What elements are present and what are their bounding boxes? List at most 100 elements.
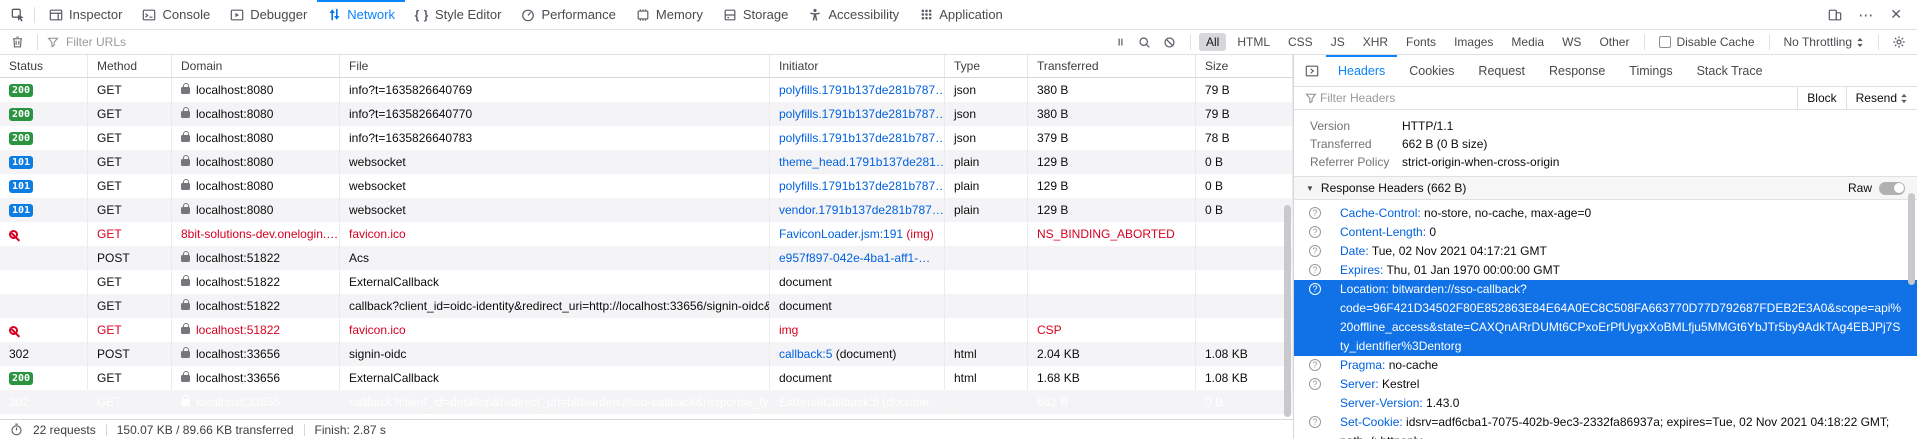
table-row[interactable]: 200GETlocalhost:8080info?t=1635826640770…: [0, 102, 1293, 126]
filter-images[interactable]: Images: [1447, 33, 1500, 51]
help-icon[interactable]: ?: [1309, 359, 1321, 371]
pause-icon[interactable]: [1115, 36, 1126, 48]
details-tab-headers[interactable]: Headers: [1326, 55, 1397, 87]
table-row[interactable]: POSTlocalhost:51822Acse957f897-042e-4ba1…: [0, 246, 1293, 270]
filter-other[interactable]: Other: [1592, 33, 1636, 51]
tab-application[interactable]: Application: [909, 0, 1013, 30]
table-row[interactable]: GET8bit-solutions-dev.onelogin.…favicon.…: [0, 222, 1293, 246]
help-icon[interactable]: ?: [1309, 378, 1321, 390]
initiator-link[interactable]: theme_head.1791b137de281…: [779, 155, 945, 169]
tab-storage[interactable]: Storage: [713, 0, 799, 30]
filter-headers-input[interactable]: [1318, 90, 1797, 106]
raw-toggle[interactable]: [1879, 182, 1905, 195]
initiator-link[interactable]: polyfills.1791b137de281b787…: [779, 179, 945, 193]
throttling-value: No Throttling: [1784, 35, 1852, 49]
response-header-row[interactable]: ?Content-Length: 0: [1294, 223, 1917, 242]
filter-media[interactable]: Media: [1504, 33, 1551, 51]
details-scrollbar[interactable]: [1908, 193, 1915, 285]
table-row[interactable]: 302GETlocalhost:33656callback?client_id=…: [0, 390, 1293, 414]
column-header-file[interactable]: File: [340, 55, 770, 77]
initiator-link[interactable]: callback:5: [779, 347, 832, 361]
table-row[interactable]: 200GETlocalhost:8080info?t=1635826640769…: [0, 78, 1293, 102]
help-icon[interactable]: ?: [1309, 207, 1321, 219]
help-icon[interactable]: ?: [1309, 264, 1321, 276]
close-icon[interactable]: ✕: [1885, 4, 1907, 25]
initiator-link[interactable]: e957f897-042e-4ba1-aff1-…: [779, 251, 930, 265]
initiator-link[interactable]: polyfills.1791b137de281b787…: [779, 131, 945, 145]
request-initiator-cell: theme_head.1791b137de281…: [770, 150, 945, 174]
table-row[interactable]: 302POSTlocalhost:33656signin-oidccallbac…: [0, 342, 1293, 366]
table-scrollbar[interactable]: [1284, 205, 1291, 417]
filter-css[interactable]: CSS: [1281, 33, 1320, 51]
help-icon[interactable]: ?: [1309, 226, 1321, 238]
pick-element-icon[interactable]: [6, 6, 30, 24]
tab-inspector[interactable]: Inspector: [39, 0, 132, 30]
table-row[interactable]: 101GETlocalhost:8080websocketpolyfills.1…: [0, 174, 1293, 198]
details-tab-timings[interactable]: Timings: [1617, 55, 1684, 87]
initiator-link[interactable]: polyfills.1791b137de281b787…: [779, 107, 945, 121]
details-tab-cookies[interactable]: Cookies: [1397, 55, 1466, 87]
help-icon[interactable]: ?: [1309, 283, 1321, 295]
column-header-size[interactable]: Size: [1196, 55, 1293, 77]
column-header-domain[interactable]: Domain: [172, 55, 340, 77]
filter-fonts[interactable]: Fonts: [1399, 33, 1443, 51]
response-header-row[interactable]: ?Pragma: no-cache: [1294, 356, 1917, 375]
filter-xhr[interactable]: XHR: [1356, 33, 1395, 51]
trash-icon[interactable]: [6, 33, 29, 51]
gear-icon[interactable]: [1887, 33, 1911, 51]
initiator-link[interactable]: polyfills.1791b137de281b787…: [779, 83, 945, 97]
column-header-transferred[interactable]: Transferred: [1028, 55, 1196, 77]
throttling-select[interactable]: No Throttling: [1778, 35, 1870, 49]
meatball-menu-icon[interactable]: ⋯: [1853, 4, 1879, 26]
tab-accessibility[interactable]: Accessibility: [798, 0, 909, 30]
column-header-method[interactable]: Method: [88, 55, 172, 77]
filter-all[interactable]: All: [1199, 33, 1226, 51]
search-icon[interactable]: [1138, 36, 1151, 49]
response-header-row[interactable]: ?Cache-Control: no-store, no-cache, max-…: [1294, 204, 1917, 223]
tab-memory[interactable]: Memory: [626, 0, 713, 30]
response-header-row[interactable]: ?Server: Kestrel: [1294, 375, 1917, 394]
table-row[interactable]: GETlocalhost:51822ExternalCallbackdocume…: [0, 270, 1293, 294]
response-header-row[interactable]: ?Location: bitwarden://sso-callback?code…: [1294, 280, 1917, 356]
resend-button[interactable]: Resend: [1846, 87, 1917, 109]
block-button[interactable]: Block: [1797, 87, 1845, 109]
tab-debugger[interactable]: Debugger: [220, 0, 317, 30]
table-row[interactable]: 200GETlocalhost:33656ExternalCallbackdoc…: [0, 366, 1293, 390]
initiator-link[interactable]: ExternalCallback:5: [779, 395, 879, 409]
tab-style-editor[interactable]: { }Style Editor: [405, 0, 511, 30]
block-icon[interactable]: [1163, 36, 1176, 49]
table-row[interactable]: 101GETlocalhost:8080websocketvendor.1791…: [0, 198, 1293, 222]
responsive-design-icon[interactable]: [1823, 6, 1847, 24]
column-header-initiator[interactable]: Initiator: [770, 55, 945, 77]
initiator-link[interactable]: vendor.1791b137de281b787…: [779, 203, 944, 217]
details-tab-request[interactable]: Request: [1466, 55, 1537, 87]
tab-performance[interactable]: Performance: [511, 0, 625, 30]
response-header-row[interactable]: ?Set-Cookie: idsrv=adf6cba1-7075-402b-9e…: [1294, 413, 1917, 439]
details-tab-stack-trace[interactable]: Stack Trace: [1685, 55, 1775, 87]
tab-console[interactable]: Console: [132, 0, 220, 30]
sidebar-toggle-icon[interactable]: [1300, 62, 1324, 80]
filter-urls-input[interactable]: [64, 34, 1105, 50]
request-method-cell: GET: [88, 102, 172, 126]
filter-js[interactable]: JS: [1324, 33, 1352, 51]
help-icon[interactable]: ?: [1309, 245, 1321, 257]
response-header-row[interactable]: Server-Version: 1.43.0: [1294, 394, 1917, 413]
response-header-row[interactable]: ?Date: Tue, 02 Nov 2021 04:17:21 GMT: [1294, 242, 1917, 261]
column-header-status[interactable]: Status: [0, 55, 88, 77]
column-header-type[interactable]: Type: [945, 55, 1028, 77]
disable-cache-checkbox[interactable]: [1659, 36, 1671, 48]
request-method-cell: GET: [88, 126, 172, 150]
response-header-row[interactable]: ?Expires: Thu, 01 Jan 1970 00:00:00 GMT: [1294, 261, 1917, 280]
table-row[interactable]: 200GETlocalhost:8080info?t=1635826640783…: [0, 126, 1293, 150]
help-icon[interactable]: ?: [1309, 416, 1321, 428]
table-row[interactable]: GETlocalhost:51822callback?client_id=oid…: [0, 294, 1293, 318]
collapse-arrow-icon[interactable]: ▼: [1306, 184, 1314, 193]
table-row[interactable]: 101GETlocalhost:8080websockettheme_head.…: [0, 150, 1293, 174]
tab-network[interactable]: Network: [317, 0, 405, 30]
table-row[interactable]: GETlocalhost:51822favicon.icoimgCSP: [0, 318, 1293, 342]
response-headers-section-header[interactable]: ▼ Response Headers (662 B) Raw: [1294, 176, 1917, 200]
details-tab-response[interactable]: Response: [1537, 55, 1617, 87]
filter-html[interactable]: HTML: [1230, 33, 1277, 51]
filter-ws[interactable]: WS: [1555, 33, 1588, 51]
initiator-link[interactable]: FaviconLoader.jsm:191: [779, 227, 903, 241]
